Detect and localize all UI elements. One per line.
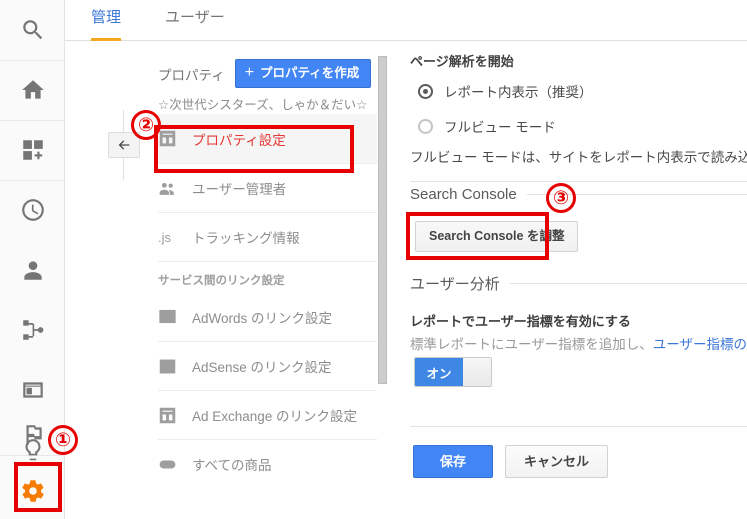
tracking-info-menu-item[interactable]: .js トラッキング情報 bbox=[158, 212, 384, 261]
user-analytics-rule bbox=[509, 283, 747, 284]
adwords-link-menu-item[interactable]: AdWords のリンク設定 bbox=[158, 292, 384, 341]
user-manager-label: ユーザー管理者 bbox=[192, 182, 287, 197]
home-icon bbox=[21, 80, 44, 99]
adwords-link-label: AdWords のリンク設定 bbox=[192, 310, 333, 326]
user-metrics-desc-prefix: 標準レポートにユーザー指標を追加し、 bbox=[410, 337, 653, 352]
user-metrics-toggle-on-label: オン bbox=[415, 358, 463, 386]
property-settings-icon bbox=[158, 129, 192, 148]
all-products-icon bbox=[158, 455, 192, 474]
rail-item-admin[interactable] bbox=[0, 462, 65, 519]
settings-panel: ページ解析を開始 レポート内表示（推奨） フルビュー モード フルビュー モード… bbox=[396, 41, 747, 519]
selected-property-name: ☆次世代シスターズ、しゃか＆だい☆ bbox=[158, 98, 368, 112]
enable-user-metrics-title: レポートでユーザー指標を有効にする bbox=[410, 314, 631, 329]
divider-after-page-analytics bbox=[410, 181, 747, 182]
radio-fullview-icon[interactable] bbox=[418, 118, 433, 134]
create-property-button[interactable]: + プロパティを作成 bbox=[234, 59, 372, 88]
page-analytics-title: ページ解析を開始 bbox=[410, 54, 514, 69]
js-icon: .js bbox=[158, 229, 171, 245]
admin-gear-icon bbox=[21, 479, 44, 502]
adwords-icon bbox=[158, 307, 192, 326]
rail-item-home[interactable] bbox=[0, 60, 65, 120]
tracking-info-label: トラッキング情報 bbox=[192, 231, 300, 246]
enable-user-metrics-description: 標準レポートにユーザー指標を追加し、ユーザー指標の計 bbox=[410, 333, 747, 353]
property-header-label: プロパティ bbox=[158, 67, 225, 83]
property-settings-label: プロパティ設定 bbox=[192, 132, 286, 148]
back-arrow-icon bbox=[118, 140, 130, 150]
rail-item-acquisition[interactable] bbox=[0, 300, 65, 360]
linked-services-section-label: サービス間のリンク設定 bbox=[158, 275, 285, 287]
search-console-section-header: Search Console bbox=[410, 186, 747, 203]
property-scrollbar-track[interactable] bbox=[377, 42, 387, 519]
top-tab-bar: 管理 ユーザー bbox=[65, 0, 747, 41]
user-analytics-section-header: ユーザー分析 bbox=[410, 273, 747, 294]
rail-item-audience[interactable] bbox=[0, 240, 65, 300]
cancel-button[interactable]: キャンセル bbox=[505, 445, 609, 478]
rail-item-search[interactable] bbox=[0, 0, 65, 60]
realtime-clock-icon bbox=[21, 199, 44, 221]
tab-admin-label: 管理 bbox=[91, 9, 122, 26]
user-manager-icon bbox=[158, 179, 192, 198]
page-analytics-option-inreport[interactable]: レポート内表示（推奨） bbox=[418, 81, 593, 101]
linked-services-section-header: サービス間のリンク設定 bbox=[158, 261, 384, 292]
page-analytics-helper-text: フルビュー モードは、サイトをレポート内表示で読み込む bbox=[410, 150, 747, 165]
user-metrics-toggle[interactable]: オン bbox=[414, 357, 492, 387]
rail-item-realtime[interactable] bbox=[0, 180, 65, 240]
user-metrics-help-link[interactable]: ユーザー指標の計 bbox=[653, 337, 747, 352]
adexchange-link-menu-item[interactable]: Ad Exchange のリンク設定 bbox=[158, 390, 384, 439]
adexchange-icon bbox=[158, 406, 192, 425]
radio-inreport-label: レポート内表示（推奨） bbox=[444, 85, 593, 100]
radio-inreport-icon[interactable] bbox=[418, 83, 433, 99]
adsense-link-label: AdSense のリンク設定 bbox=[192, 360, 332, 375]
audience-person-icon bbox=[23, 261, 42, 280]
search-console-section-label: Search Console bbox=[410, 186, 517, 203]
adsense-link-menu-item[interactable]: AdSense のリンク設定 bbox=[158, 341, 384, 390]
tab-admin[interactable]: 管理 bbox=[91, 0, 122, 41]
plus-icon: + bbox=[244, 64, 255, 81]
search-icon bbox=[22, 20, 42, 40]
google-analytics-admin-screen: 管理 ユーザー プロパティ + プロパティを作成 ☆次世代シスターズ、しゃか＆だ… bbox=[0, 0, 747, 519]
adsense-icon bbox=[158, 357, 192, 376]
property-settings-menu-item[interactable]: プロパティ設定 bbox=[158, 114, 384, 163]
search-console-rule bbox=[526, 194, 747, 195]
customization-icon bbox=[22, 140, 43, 160]
save-button[interactable]: 保存 bbox=[413, 445, 494, 478]
user-manager-menu-item[interactable]: ユーザー管理者 bbox=[158, 163, 384, 212]
tab-users-label: ユーザー bbox=[165, 9, 225, 26]
all-products-label: すべての商品 bbox=[192, 458, 272, 473]
page-analytics-option-fullview[interactable]: フルビュー モード bbox=[418, 116, 556, 136]
radio-fullview-label: フルビュー モード bbox=[444, 120, 556, 135]
user-analytics-section-label: ユーザー分析 bbox=[410, 276, 500, 293]
adexchange-link-label: Ad Exchange のリンク設定 bbox=[192, 409, 358, 424]
tab-users[interactable]: ユーザー bbox=[165, 0, 225, 41]
left-icon-rail bbox=[0, 0, 65, 519]
all-products-menu-item[interactable]: すべての商品 bbox=[158, 439, 384, 488]
collapse-back-button[interactable] bbox=[108, 132, 140, 158]
search-console-adjust-button[interactable]: Search Console を調整 bbox=[415, 221, 579, 252]
property-column: プロパティ + プロパティを作成 ☆次世代シスターズ、しゃか＆だい☆ プロパティ… bbox=[66, 41, 384, 519]
user-metrics-toggle-knob bbox=[463, 358, 491, 386]
property-header: プロパティ + プロパティを作成 bbox=[158, 59, 372, 88]
behavior-window-icon bbox=[22, 382, 43, 398]
divider-before-actions bbox=[410, 426, 747, 427]
property-scrollbar-thumb[interactable] bbox=[378, 56, 387, 384]
discover-bulb-icon bbox=[24, 439, 41, 461]
rail-item-customization[interactable] bbox=[0, 120, 65, 180]
acquisition-share-icon bbox=[22, 320, 43, 340]
create-property-label: プロパティを作成 bbox=[260, 65, 360, 80]
property-menu-list: プロパティ設定 ユーザー管理者 .js トラッキング情報 サービス間のリンク設定… bbox=[158, 114, 384, 488]
